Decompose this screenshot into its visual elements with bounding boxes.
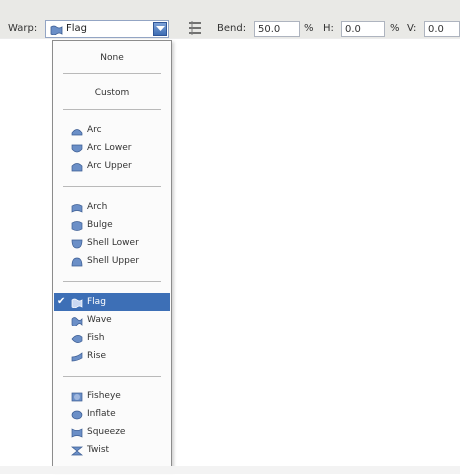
h-unit: % bbox=[390, 23, 400, 34]
arch-icon bbox=[71, 202, 83, 213]
fish-icon bbox=[71, 333, 83, 343]
wave-icon bbox=[71, 315, 83, 327]
menu-item-flag[interactable]: ✔ Flag bbox=[54, 293, 170, 311]
bend-label: Bend: bbox=[217, 23, 247, 34]
menu-item-arc-upper[interactable]: Arc Upper bbox=[54, 157, 170, 175]
chevron-down-icon[interactable] bbox=[153, 22, 167, 36]
warp-style-dropdown[interactable]: Flag bbox=[45, 20, 169, 38]
menu-item-squeeze[interactable]: Squeeze bbox=[54, 423, 170, 441]
menu-divider bbox=[63, 376, 161, 377]
menu-item-fisheye[interactable]: Fisheye bbox=[54, 387, 170, 405]
menu-divider bbox=[63, 186, 161, 187]
checkmark-icon: ✔ bbox=[57, 296, 66, 307]
menu-item-shell-lower[interactable]: Shell Lower bbox=[54, 234, 170, 252]
bulge-icon bbox=[71, 220, 83, 231]
menu-divider bbox=[63, 73, 161, 74]
menu-item-custom[interactable]: Custom bbox=[54, 84, 170, 102]
menu-item-shell-upper[interactable]: Shell Upper bbox=[54, 252, 170, 270]
menu-item-bulge[interactable]: Bulge bbox=[54, 216, 170, 234]
menu-item-wave[interactable]: Wave bbox=[54, 311, 170, 329]
warp-style-menu: None Custom Arc Arc Lower Arc Upper Arch… bbox=[52, 40, 172, 470]
fisheye-icon bbox=[71, 391, 83, 402]
orientation-toggle-icon[interactable] bbox=[186, 20, 204, 36]
rise-icon bbox=[71, 351, 83, 362]
flag-icon bbox=[50, 25, 63, 38]
warp-style-value: Flag bbox=[66, 23, 88, 34]
menu-item-arch[interactable]: Arch bbox=[54, 198, 170, 216]
shell-upper-icon bbox=[71, 256, 83, 267]
menu-divider bbox=[63, 281, 161, 282]
menu-item-rise[interactable]: Rise bbox=[54, 347, 170, 365]
v-label: V: bbox=[407, 23, 417, 34]
shell-lower-icon bbox=[71, 238, 83, 249]
h-distortion-input[interactable]: 0.0 bbox=[341, 21, 385, 37]
menu-item-arc[interactable]: Arc bbox=[54, 121, 170, 139]
menu-item-arc-lower[interactable]: Arc Lower bbox=[54, 139, 170, 157]
arc-icon bbox=[71, 125, 83, 136]
warp-options-bar: Warp: Flag Bend: 50.0 % H: 0.0 % V: 0.0 bbox=[0, 0, 460, 39]
bend-input[interactable]: 50.0 bbox=[254, 21, 300, 37]
flag-icon bbox=[71, 297, 83, 309]
menu-item-none[interactable]: None bbox=[54, 49, 170, 67]
v-distortion-input[interactable]: 0.0 bbox=[424, 21, 460, 37]
h-label: H: bbox=[323, 23, 334, 34]
bend-unit: % bbox=[304, 23, 314, 34]
arc-upper-icon bbox=[71, 161, 83, 172]
warp-label: Warp: bbox=[8, 23, 38, 34]
menu-item-fish[interactable]: Fish bbox=[54, 329, 170, 347]
menu-item-inflate[interactable]: Inflate bbox=[54, 405, 170, 423]
menu-item-twist[interactable]: Twist bbox=[54, 441, 170, 459]
menu-divider bbox=[63, 109, 161, 110]
squeeze-icon bbox=[71, 427, 83, 438]
twist-icon bbox=[71, 445, 83, 456]
bottom-scroll-area bbox=[0, 466, 460, 474]
inflate-icon bbox=[71, 409, 83, 420]
arc-lower-icon bbox=[71, 143, 83, 153]
